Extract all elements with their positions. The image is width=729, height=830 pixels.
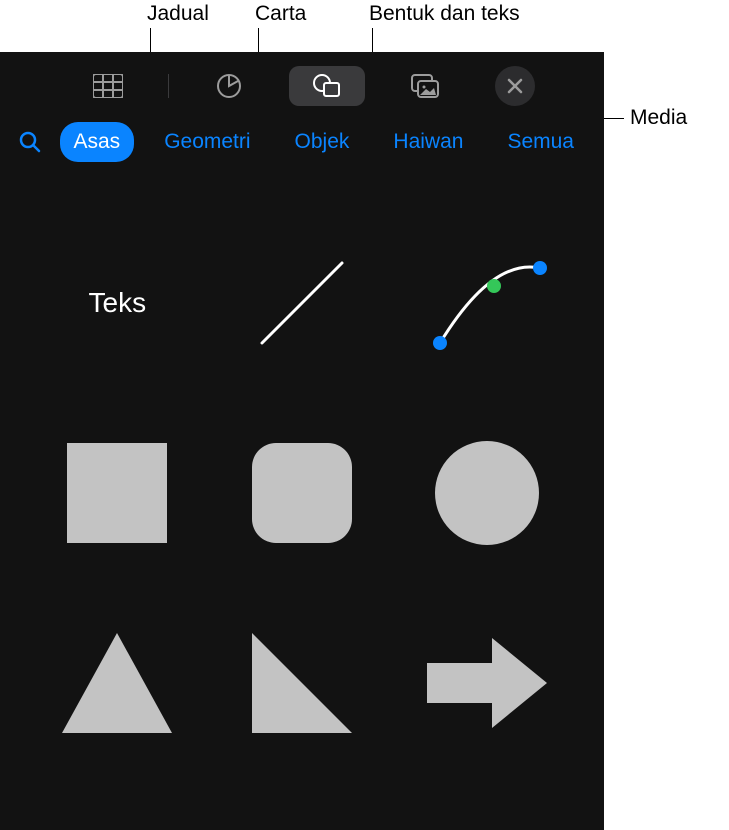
shape-circle[interactable] bbox=[409, 428, 564, 558]
square-icon bbox=[62, 438, 172, 548]
tab-geometri[interactable]: Geometri bbox=[150, 122, 264, 162]
toolbar bbox=[0, 52, 604, 120]
shape-rounded-square[interactable] bbox=[225, 428, 380, 558]
circle-icon bbox=[432, 438, 542, 548]
callout-chart: Carta bbox=[255, 2, 306, 26]
insert-panel: Asas Geometri Objek Haiwan Semua Teks bbox=[0, 52, 604, 830]
right-triangle-icon bbox=[247, 628, 357, 738]
toolbar-divider bbox=[168, 74, 169, 98]
shapes-icon bbox=[312, 73, 342, 99]
rounded-square-icon bbox=[247, 438, 357, 548]
chart-button[interactable] bbox=[191, 66, 267, 106]
callout-shapes-text: Bentuk dan teks bbox=[369, 2, 520, 26]
search-button[interactable] bbox=[16, 125, 44, 159]
media-button[interactable] bbox=[387, 66, 463, 106]
search-icon bbox=[18, 130, 42, 154]
shape-triangle[interactable] bbox=[40, 618, 195, 748]
shape-text[interactable]: Teks bbox=[40, 238, 195, 368]
close-icon bbox=[507, 78, 523, 94]
shapes-grid: Teks bbox=[0, 178, 604, 778]
text-shape-label: Teks bbox=[89, 287, 147, 319]
tab-haiwan[interactable]: Haiwan bbox=[379, 122, 477, 162]
arrow-right-icon bbox=[422, 633, 552, 733]
shape-arrow-right[interactable] bbox=[409, 618, 564, 748]
shape-square[interactable] bbox=[40, 428, 195, 558]
callout-table: Jadual bbox=[147, 2, 209, 26]
shape-right-triangle[interactable] bbox=[225, 618, 380, 748]
category-tabs: Asas Geometri Objek Haiwan Semua bbox=[0, 120, 604, 178]
close-button[interactable] bbox=[495, 66, 535, 106]
tab-objek[interactable]: Objek bbox=[281, 122, 364, 162]
shape-curve[interactable] bbox=[409, 238, 564, 368]
media-icon bbox=[410, 73, 440, 99]
shape-line[interactable] bbox=[225, 238, 380, 368]
chart-icon bbox=[216, 73, 242, 99]
triangle-icon bbox=[57, 628, 177, 738]
tab-asas[interactable]: Asas bbox=[60, 122, 135, 162]
curve-icon bbox=[422, 248, 552, 358]
line-icon bbox=[247, 248, 357, 358]
table-button[interactable] bbox=[70, 66, 146, 106]
shapes-button[interactable] bbox=[289, 66, 365, 106]
callout-media: Media bbox=[630, 106, 687, 130]
tab-semua[interactable]: Semua bbox=[493, 122, 588, 162]
table-icon bbox=[93, 74, 123, 98]
